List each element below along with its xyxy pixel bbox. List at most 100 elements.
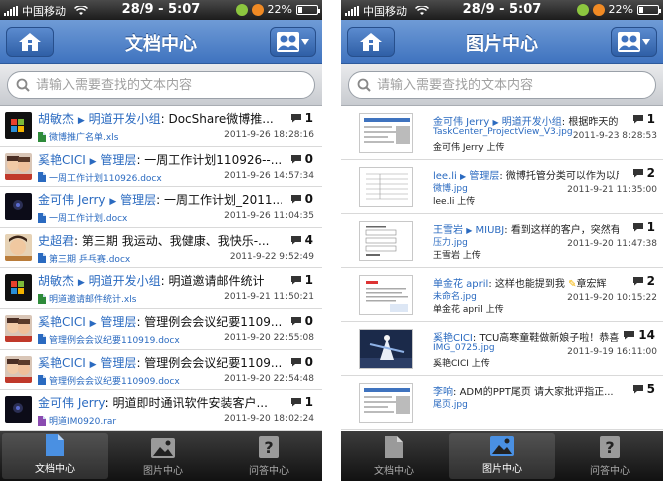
image-thumbnail[interactable] <box>359 167 413 207</box>
comment-count: 0 <box>290 152 313 166</box>
tab-image-center[interactable]: 图片中心 <box>110 431 216 481</box>
author-name[interactable]: 奚艳CICI <box>38 315 86 329</box>
arrow-right-icon: ▶ <box>77 278 85 289</box>
image-thumbnail[interactable] <box>359 329 413 369</box>
document-list-item[interactable]: 金可伟 Jerry ▶ 管理层: 一周工作计划_2011... 0 一周工作计划.d… <box>0 187 322 228</box>
search-input[interactable] <box>36 77 296 93</box>
tab-qa-center[interactable]: ? 问答中心 <box>216 431 322 481</box>
avatar-dark-icon <box>5 396 32 424</box>
comment-bubble-icon <box>632 115 643 124</box>
comment-bubble-icon <box>290 357 301 367</box>
document-icon <box>385 436 403 458</box>
comment-bubble-icon <box>632 223 643 232</box>
file-name[interactable]: 微博.jpg <box>433 181 468 194</box>
image-thumbnail[interactable] <box>359 275 413 315</box>
document-list: 胡敏杰 ▶ 明道开发小组: DocShare微博推... 1 微博推广名单.xls 2… <box>0 106 322 431</box>
image-icon <box>490 436 514 456</box>
tab-qa-center[interactable]: ? 问答中心 <box>557 431 663 481</box>
group-name[interactable]: MIUBJ <box>476 225 505 236</box>
post-text: 根据昨天的... <box>568 117 619 128</box>
group-name[interactable]: 管理层 <box>100 315 136 329</box>
post-text: 一周工作计划_2011... <box>163 193 282 208</box>
timestamp: 2011-9-26 14:57:34 <box>224 170 314 181</box>
image-list-item[interactable]: lee.li ▶ 管理层: 微博托管分类可以作为以后...2微博.jpglee.… <box>341 160 663 214</box>
uploader: 奚艳CICI 上传 <box>433 359 490 369</box>
comment-count: 0 <box>290 355 313 369</box>
post-text: 明道即时通讯软件安装客户... <box>112 396 268 411</box>
chevron-down-icon <box>642 39 650 45</box>
image-list-item[interactable]: 李响: ADM的PPT尾页 请大家批评指正... 5 尾页.jpg <box>341 376 663 430</box>
attachment[interactable]: 一周工作计划110926.docx <box>38 171 162 184</box>
avatar-logo-icon <box>5 112 32 139</box>
image-list-item[interactable]: 王雪岩 ▶ MIUBJ: 看到这样的客户，突然有... 1 压力.jpg 王雪岩 上传… <box>341 214 663 268</box>
mention-name[interactable]: 章宏辉 <box>576 279 606 290</box>
author-name[interactable]: 奚艳CICI <box>38 153 86 167</box>
document-list-item[interactable]: 奚艳CICI ▶ 管理层: 管理例会会议纪要1109... 0 管理例会会议纪要11… <box>0 350 322 391</box>
group-name[interactable]: 管理层 <box>469 171 499 182</box>
author-name[interactable]: 奚艳CICI <box>38 356 86 370</box>
document-list-item[interactable]: 奚艳CICI ▶ 管理层: 一周工作计划110926--... 0 一周工作计划11… <box>0 147 322 188</box>
file-name[interactable]: 压力.jpg <box>433 235 468 248</box>
file-doc-icon <box>38 375 46 386</box>
attachment[interactable]: 管理例会会议纪要110919.docx <box>38 333 180 346</box>
arrow-right-icon: ▶ <box>89 318 97 329</box>
tab-doc-center[interactable]: 文档中心 <box>2 433 108 479</box>
document-list-item[interactable]: 胡敏杰 ▶ 明道开发小组: DocShare微博推... 1 微博推广名单.xls 2… <box>0 106 322 147</box>
post-text: 微博托管分类可以作为以后... <box>505 171 619 182</box>
group-name[interactable]: 明道开发小组 <box>89 112 161 126</box>
arrow-right-icon: ▶ <box>466 226 473 235</box>
group-name[interactable]: 明道开发小组 <box>89 274 161 288</box>
file-name: 管理例会会议纪要110919.docx <box>49 335 180 346</box>
user-filter-button[interactable] <box>270 27 316 57</box>
group-name[interactable]: 管理层 <box>100 356 136 370</box>
timestamp: 2011-9-26 18:28:16 <box>224 130 314 140</box>
file-name: 明道邀请邮件统计.xls <box>49 295 137 306</box>
author-name[interactable]: 金可伟 Jerry <box>38 193 106 207</box>
avatar-dark-icon <box>5 193 32 221</box>
user-filter-button[interactable] <box>611 27 657 57</box>
attachment[interactable]: 第三期 乒乓赛.docx <box>38 252 130 265</box>
attachment[interactable]: 明道邀请邮件统计.xls <box>38 292 136 305</box>
file-name[interactable]: 尾页.jpg <box>433 397 468 410</box>
attachment[interactable]: 一周工作计划.docx <box>38 211 127 224</box>
image-thumbnail[interactable] <box>359 113 413 153</box>
file-name[interactable]: 未命名.jpg <box>433 289 477 302</box>
author-name[interactable]: 胡敏杰 <box>38 274 74 288</box>
file-name[interactable]: IMG_0725.jpg <box>433 343 495 353</box>
attachment[interactable]: 微博推广名单.xls <box>38 130 118 143</box>
image-list-item[interactable]: 单金花 april: 这样也能提到我 ✎章宏辉 2 未命名.jpg 单金花 april… <box>341 268 663 322</box>
image-list-item[interactable]: 金可伟 Jerry ▶ 明道开发小组: 根据昨天的...1TaskCenter_… <box>341 106 663 160</box>
document-list-item[interactable]: 奚艳CICI ▶ 管理层: 管理例会会议纪要1109... 0 管理例会会议纪要11… <box>0 309 322 350</box>
document-list-item[interactable]: 金可伟 Jerry: 明道即时通讯软件安装客户... 1 明道IM0920.rar 2… <box>0 390 322 431</box>
arrow-right-icon: ▶ <box>77 116 85 126</box>
group-name[interactable]: 管理层 <box>100 153 136 167</box>
file-doc-icon <box>38 334 46 345</box>
file-name[interactable]: TaskCenter_ProjectView_V3.jpg <box>433 127 573 137</box>
avatar <box>5 152 32 180</box>
tab-bar: 文档中心 图片中心? 问答中心 <box>0 431 322 481</box>
search-box[interactable] <box>7 71 315 99</box>
post-text: 看到这样的客户，突然有... <box>510 225 619 236</box>
comment-count: 4 <box>290 233 313 247</box>
author-name[interactable]: 胡敏杰 <box>38 112 74 126</box>
group-name[interactable]: 管理层 <box>120 193 156 207</box>
attachment[interactable]: 明道IM0920.rar <box>38 414 116 427</box>
app-status-icon <box>592 3 605 16</box>
avatar <box>5 193 32 221</box>
author-name[interactable]: 金可伟 Jerry <box>38 396 105 410</box>
image-list-item[interactable]: 奚艳CICI: TCU高寒童鞋做新娘子啦！恭喜... 14 IMG_0725.jpg… <box>341 322 663 376</box>
document-list-item[interactable]: 胡敏杰 ▶ 明道开发小组: 明道邀请邮件统计 1 明道邀请邮件统计.xls 2011-… <box>0 268 322 309</box>
post-text: 一周工作计划110926--... <box>144 152 282 167</box>
tab-image-center[interactable]: 图片中心 <box>449 433 555 479</box>
image-thumbnail[interactable] <box>359 383 413 423</box>
search-input[interactable] <box>377 77 637 93</box>
author-name[interactable]: 史超君 <box>38 234 74 248</box>
document-list-item[interactable]: 史超君: 第三期 我运动、我健康、我快乐-... 4 第三期 乒乓赛.docx 201… <box>0 228 322 269</box>
attachment[interactable]: 管理例会会议纪要110909.docx <box>38 374 180 387</box>
tab-doc-center[interactable]: 文档中心 <box>341 431 447 481</box>
search-box[interactable] <box>348 71 656 99</box>
image-thumbnail[interactable] <box>359 221 413 261</box>
tab-label: 文档中心 <box>374 466 414 477</box>
timestamp: 2011-9-20 18:02:24 <box>224 414 314 425</box>
image-icon <box>151 438 175 458</box>
